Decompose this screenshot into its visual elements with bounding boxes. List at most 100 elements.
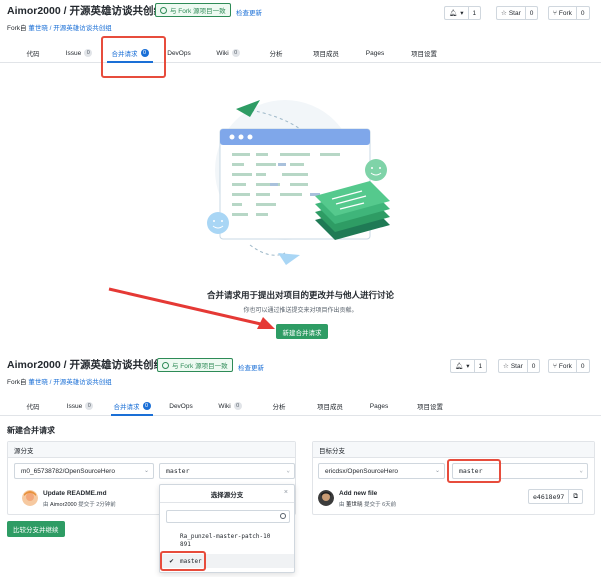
fork-button[interactable]: ⑂ Fork <box>549 7 576 19</box>
chevron-down-icon: ▾ <box>460 10 464 17</box>
target-commit-title[interactable]: Add new file <box>339 490 396 497</box>
tab-pages[interactable]: Pages <box>360 43 390 63</box>
star-label: Star <box>508 9 521 17</box>
repo-title[interactable]: Aimor2000 / 开源英雄访谈共创组 <box>7 3 164 18</box>
tab-label: 项目设置 <box>417 404 443 411</box>
star-button[interactable]: ☆ Star <box>499 360 527 372</box>
search-icon <box>280 513 286 519</box>
new-merge-request-button[interactable]: 新建合并请求 <box>276 324 328 339</box>
sync-status-badge: 与 Fork 源项目一致 <box>157 358 233 372</box>
star-button-group: ☆ Star 0 <box>498 359 541 373</box>
target-branch-select[interactable]: master ⌄ <box>452 463 588 479</box>
branch-option-selected[interactable]: ✔ master <box>160 554 294 568</box>
source-project-select[interactable]: m0_65738782/OpenSourceHero ⌄ <box>14 463 154 479</box>
watch-button[interactable]: 🔔︎ ▾ <box>445 7 468 19</box>
fork-icon: ⑂ <box>553 9 557 17</box>
tab-wiki[interactable]: Wiki 0 <box>212 43 244 63</box>
tab-code[interactable]: 代码 <box>20 43 46 63</box>
source-branch-select[interactable]: master ⌄ <box>159 463 295 479</box>
check-update-link[interactable]: 检查更新 <box>236 7 262 17</box>
star-icon: ☆ <box>503 363 509 370</box>
tab-count: 0 <box>85 402 94 410</box>
compare-branches-button[interactable]: 比较分支并继续 <box>7 521 65 537</box>
star-icon: ☆ <box>501 10 507 17</box>
tab-pages[interactable]: Pages <box>364 396 394 416</box>
empty-state-illustration <box>207 100 390 265</box>
empty-state-title: 合并请求用于提出对项目的更改并与他人进行讨论 <box>206 290 394 300</box>
fork-count: 0 <box>575 360 589 372</box>
tab-label: Wiki <box>216 49 229 57</box>
fork-icon: ⑂ <box>553 362 557 370</box>
bell-icon: 🔔︎ <box>455 363 464 370</box>
branch-search-input[interactable] <box>166 510 290 523</box>
commit-author[interactable]: Aimor2000 <box>50 502 77 508</box>
bottom-repo-header: Aimor2000 / 开源英雄访谈共创组 与 Fork 源项目一致 检查更新 … <box>0 352 601 392</box>
tab-label: Pages <box>369 402 389 410</box>
tab-members[interactable]: 项目成员 <box>310 396 350 416</box>
commit-sha: e4618e97 ⧉ <box>528 489 583 504</box>
tab-settings[interactable]: 项目设置 <box>404 43 444 63</box>
avatar <box>318 490 334 506</box>
repo-title[interactable]: Aimor2000 / 开源英雄访谈共创组 <box>7 357 164 372</box>
tab-settings[interactable]: 项目设置 <box>410 396 450 416</box>
tab-label: 代码 <box>26 404 40 411</box>
fork-source-link[interactable]: 董世晓 / 开源英雄访谈共创组 <box>28 25 111 32</box>
tab-wiki[interactable]: Wiki 0 <box>214 396 246 416</box>
source-project-value: m0_65738782/OpenSourceHero <box>21 467 115 475</box>
top-tab-bar: 代码 Issue 0 合并请求 0 DevOps Wiki 0 分析 项目成员 Pag… <box>0 43 601 63</box>
commit-time: 提交于 2分钟前 <box>78 502 116 508</box>
sync-badge-label: 与 Fork 源项目一致 <box>172 363 228 370</box>
tab-count: 0 <box>142 402 151 410</box>
watch-count: 1 <box>473 360 487 372</box>
branch-option-continued[interactable]: 891 <box>160 541 294 548</box>
tab-analysis[interactable]: 分析 <box>266 396 292 416</box>
target-commit-meta: 由 董世晓 提交于 6天前 <box>339 500 396 508</box>
target-project-select[interactable]: ericdsx/OpenSourceHero ⌄ <box>318 463 445 479</box>
tab-count: 0 <box>84 49 93 57</box>
tab-label: DevOps <box>167 49 191 57</box>
source-commit-meta: 由 Aimor2000 提交于 2分钟前 <box>43 500 116 508</box>
source-commit: Update README.md 由 Aimor2000 提交于 2分钟前 <box>22 490 116 508</box>
source-commit-title[interactable]: Update README.md <box>43 490 116 497</box>
commit-sha-value[interactable]: e4618e97 <box>529 490 568 503</box>
fork-button[interactable]: ⑂ Fork <box>549 360 576 372</box>
smiley-icon <box>365 159 387 181</box>
chevron-down-icon: ⌄ <box>579 467 583 474</box>
tab-label: 项目成员 <box>317 404 343 411</box>
commit-time: 提交于 6天前 <box>364 502 397 508</box>
watch-button[interactable]: 🔔︎ ▾ <box>451 360 474 372</box>
tab-devops[interactable]: DevOps <box>163 43 195 63</box>
copy-icon[interactable]: ⧉ <box>568 490 582 503</box>
tab-label: 代码 <box>26 51 40 58</box>
target-branch-header: 目标分支 <box>313 442 594 458</box>
fork-from-prefix: Fork自 <box>7 379 27 386</box>
commit-author[interactable]: 董世晓 <box>346 502 363 508</box>
tab-issue[interactable]: Issue 0 <box>62 43 96 63</box>
close-icon[interactable]: × <box>284 489 288 496</box>
chevron-down-icon: ▾ <box>466 363 470 370</box>
watch-count: 1 <box>467 7 481 19</box>
tab-code[interactable]: 代码 <box>20 396 46 416</box>
tab-issue[interactable]: Issue 0 <box>62 396 98 416</box>
branch-option[interactable]: Ra_punzel-master-patch-10 <box>160 533 294 540</box>
tab-count: 0 <box>140 49 149 57</box>
sync-icon <box>162 361 169 369</box>
tab-merge-requests[interactable]: 合并请求 0 <box>108 396 156 416</box>
branch-option-label: master <box>180 557 202 565</box>
fork-label: Fork <box>558 362 572 370</box>
star-button[interactable]: ☆ Star <box>497 7 525 19</box>
check-update-link[interactable]: 检查更新 <box>238 362 264 372</box>
sync-status-badge: 与 Fork 源项目一致 <box>155 3 231 17</box>
fork-source-link[interactable]: 董世晓 / 开源英雄访谈共创组 <box>28 379 111 386</box>
source-branch-header: 源分支 <box>8 442 295 458</box>
avatar <box>22 490 38 506</box>
tab-devops[interactable]: DevOps <box>165 396 197 416</box>
sync-icon <box>160 6 167 14</box>
tab-members[interactable]: 项目成员 <box>306 43 346 63</box>
source-branch-value: master <box>166 467 190 475</box>
star-count: 0 <box>526 360 540 372</box>
commit-by: 由 <box>43 502 49 508</box>
tab-merge-requests[interactable]: 合并请求 0 <box>104 43 156 63</box>
fork-label: Fork <box>558 9 572 17</box>
tab-analysis[interactable]: 分析 <box>263 43 289 63</box>
